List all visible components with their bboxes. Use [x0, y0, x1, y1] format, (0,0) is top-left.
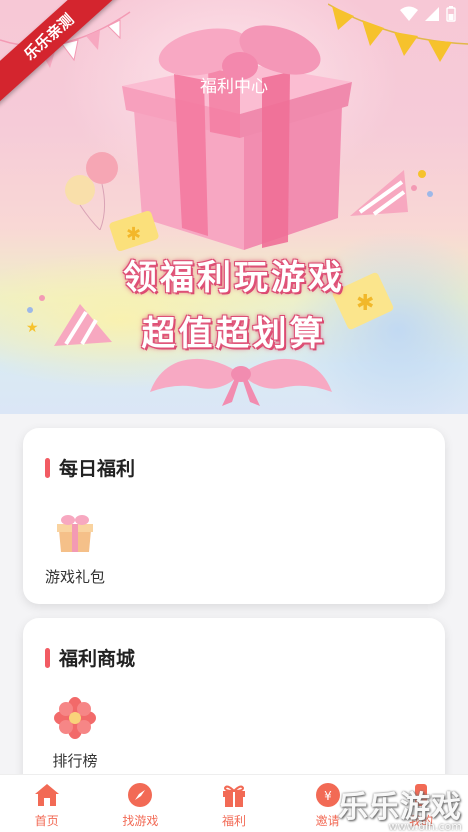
svg-text:✱: ✱	[126, 224, 141, 245]
section-accent-bar	[45, 647, 50, 668]
game-gift-pack-item[interactable]: 游戏礼包	[35, 512, 115, 587]
tab-find-games[interactable]: 找游戏	[94, 781, 188, 829]
ribbon-bow-decoration	[150, 358, 332, 406]
tab-welfare[interactable]: 福利	[187, 781, 281, 829]
tab-mine[interactable]: 我的	[374, 781, 468, 829]
section-title: 福利商城	[59, 648, 136, 670]
svg-text:¥: ¥	[324, 789, 332, 803]
battery-icon	[446, 6, 456, 22]
tab-label: 邀请	[315, 814, 340, 828]
section-title: 每日福利	[59, 458, 136, 480]
gift-box-icon	[57, 515, 93, 552]
party-hat-right-decoration	[350, 170, 433, 216]
bottom-tab-bar: 首页 找游戏 福利 ¥ 邀请 我的	[0, 774, 468, 832]
item-label: 排行榜	[52, 752, 98, 770]
gift-icon	[222, 785, 245, 807]
user-icon	[415, 784, 428, 806]
banner-slogan-line2: 超值超划算	[141, 314, 327, 354]
page-title: 福利中心	[200, 77, 268, 97]
tab-invite[interactable]: ¥ 邀请	[281, 781, 375, 829]
section-header: 每日福利	[45, 454, 135, 481]
daily-welfare-card: 每日福利 游戏礼包	[23, 428, 445, 604]
flower-icon	[54, 697, 96, 739]
tab-label: 福利	[221, 814, 246, 828]
tab-label: 找游戏	[122, 814, 159, 828]
compass-icon	[128, 783, 153, 807]
screen: ✱ ✱ ★ 福利中心 领福利玩游戏 超值超划算 乐乐亲测 每日福利 游戏礼包 福…	[0, 0, 468, 832]
tab-home[interactable]: 首页	[0, 781, 94, 829]
home-icon	[34, 784, 59, 806]
section-accent-bar	[45, 457, 50, 478]
tab-label: 我的	[409, 814, 434, 828]
ticket-decoration-left: ✱	[109, 210, 159, 252]
signal-icon	[425, 7, 439, 21]
status-bar-icons	[400, 6, 456, 22]
item-label: 游戏礼包	[44, 568, 105, 586]
hero-banner: ✱ ✱ ★ 福利中心 领福利玩游戏 超值超划算	[0, 0, 468, 414]
banner-slogan-line1: 领福利玩游戏	[123, 258, 345, 298]
money-bag-icon: ¥	[315, 783, 340, 807]
section-header: 福利商城	[45, 644, 135, 671]
leaderboard-item[interactable]: 排行榜	[35, 696, 115, 771]
wifi-icon	[400, 6, 418, 21]
tab-label: 首页	[34, 814, 59, 828]
